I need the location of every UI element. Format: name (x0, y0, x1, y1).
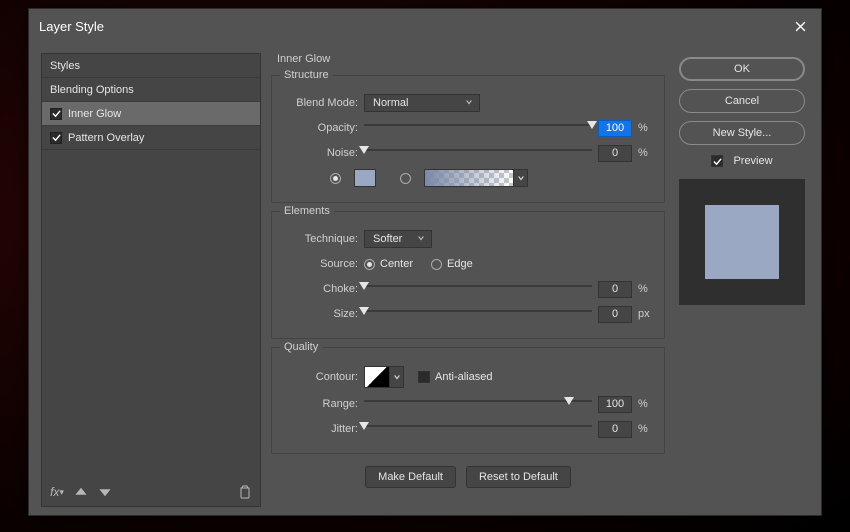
chevron-down-icon (417, 233, 425, 245)
elements-group: Elements Technique: Softer Source: Cente… (271, 211, 665, 339)
size-label: Size: (284, 308, 364, 320)
source-edge-radio[interactable] (431, 259, 442, 270)
source-label: Source: (284, 258, 364, 270)
chevron-down-icon (514, 169, 528, 187)
sidebar-item-label: Pattern Overlay (68, 132, 144, 144)
size-slider[interactable] (364, 307, 592, 321)
sidebar-item-pattern-overlay[interactable]: Pattern Overlay (42, 126, 260, 150)
chevron-down-icon (390, 366, 404, 388)
gradient-picker[interactable] (424, 169, 528, 187)
noise-slider[interactable] (364, 146, 592, 160)
trash-icon[interactable] (236, 483, 254, 501)
sidebar-item-blending-options[interactable]: Blending Options (42, 78, 260, 102)
sidebar-item-label: Styles (50, 60, 80, 72)
noise-input[interactable]: 0 (598, 145, 632, 162)
choke-slider[interactable] (364, 282, 592, 296)
range-label: Range: (284, 398, 364, 410)
layer-style-dialog: Layer Style Styles Blending Options Inne… (28, 8, 822, 516)
opacity-label: Opacity: (284, 122, 364, 134)
make-default-button[interactable]: Make Default (365, 466, 456, 488)
source-center-radio[interactable] (364, 259, 375, 270)
opacity-slider[interactable] (364, 121, 592, 135)
new-style-button[interactable]: New Style... (679, 121, 805, 145)
opacity-input[interactable]: 100 (598, 120, 632, 137)
technique-label: Technique: (284, 233, 364, 245)
cancel-button[interactable]: Cancel (679, 89, 805, 113)
size-input[interactable]: 0 (598, 306, 632, 323)
arrow-down-icon[interactable] (96, 483, 114, 501)
sidebar-item-styles[interactable]: Styles (42, 54, 260, 78)
checkbox-icon[interactable] (50, 132, 62, 144)
technique-combo[interactable]: Softer (364, 230, 432, 248)
preview-label: Preview (733, 155, 772, 167)
jitter-label: Jitter: (284, 423, 364, 435)
sidebar-footer: fx▾ (42, 478, 260, 506)
noise-label: Noise: (284, 147, 364, 159)
antialias-checkbox[interactable] (418, 371, 430, 383)
blend-mode-label: Blend Mode: (284, 97, 364, 109)
jitter-slider[interactable] (364, 422, 592, 436)
styles-sidebar: Styles Blending Options Inner Glow Patte… (41, 53, 261, 507)
blend-mode-combo[interactable]: Normal (364, 94, 480, 112)
group-legend: Quality (280, 341, 322, 353)
group-legend: Structure (280, 69, 333, 81)
sidebar-item-label: Blending Options (50, 84, 134, 96)
panel-title: Inner Glow (277, 53, 665, 65)
ok-button[interactable]: OK (679, 57, 805, 81)
color-swatch[interactable] (354, 169, 376, 187)
sidebar-item-inner-glow[interactable]: Inner Glow (42, 102, 260, 126)
fx-icon[interactable]: fx▾ (48, 483, 66, 501)
dialog-title: Layer Style (39, 19, 104, 34)
color-radio[interactable] (330, 173, 341, 184)
arrow-up-icon[interactable] (72, 483, 90, 501)
sidebar-item-label: Inner Glow (68, 108, 121, 120)
close-button[interactable] (789, 15, 811, 37)
preview-checkbox[interactable] (711, 155, 723, 167)
quality-group: Quality Contour: Anti-aliased Range: 100… (271, 347, 665, 454)
dialog-actions: OK Cancel New Style... Preview (675, 53, 809, 507)
gradient-radio[interactable] (400, 173, 411, 184)
preview-thumbnail (679, 179, 805, 305)
close-icon (795, 21, 806, 32)
contour-picker[interactable] (364, 366, 404, 388)
range-slider[interactable] (364, 397, 592, 411)
reset-default-button[interactable]: Reset to Default (466, 466, 571, 488)
chevron-down-icon (465, 97, 473, 109)
choke-input[interactable]: 0 (598, 281, 632, 298)
structure-group: Structure Blend Mode: Normal Opacity: 10… (271, 75, 665, 203)
range-input[interactable]: 100 (598, 396, 632, 413)
contour-label: Contour: (284, 371, 364, 383)
checkbox-icon[interactable] (50, 108, 62, 120)
group-legend: Elements (280, 205, 334, 217)
jitter-input[interactable]: 0 (598, 421, 632, 438)
settings-panel: Inner Glow Structure Blend Mode: Normal … (271, 53, 665, 507)
choke-label: Choke: (284, 283, 364, 295)
titlebar: Layer Style (29, 9, 821, 43)
